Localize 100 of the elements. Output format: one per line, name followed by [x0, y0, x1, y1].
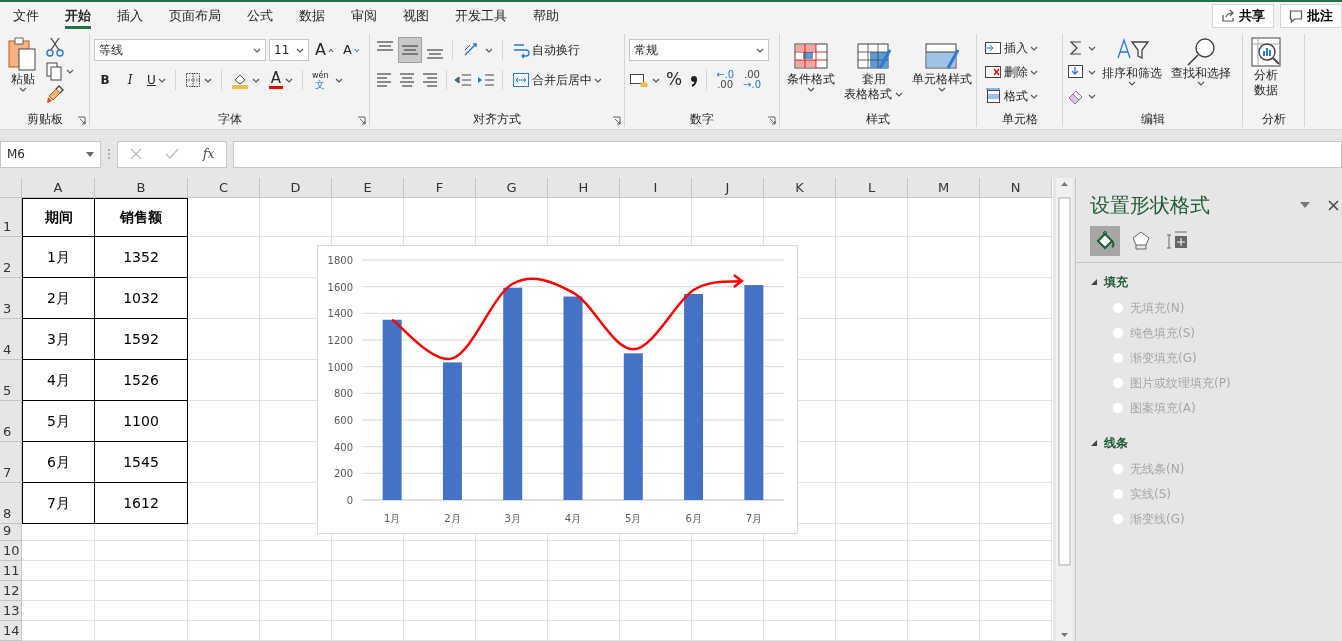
align-right-icon[interactable] — [420, 70, 440, 90]
dialog-launcher-icon[interactable] — [612, 116, 621, 125]
row-header[interactable]: 4 — [0, 319, 22, 360]
caret-icon — [296, 47, 304, 53]
menu-tab[interactable]: 数据 — [286, 2, 338, 30]
table-cell: 1526 — [95, 360, 188, 401]
menu-tab[interactable]: 视图 — [390, 2, 442, 30]
option-label: 纯色填充(S) — [1130, 324, 1195, 342]
row-header[interactable]: 2 — [0, 237, 22, 278]
insert-cells-button[interactable]: 插入 — [981, 36, 1041, 60]
column-header[interactable]: L — [836, 178, 908, 198]
paste-button[interactable]: 粘贴 — [4, 34, 42, 111]
column-header[interactable]: M — [908, 178, 980, 198]
underline-button[interactable]: U — [144, 68, 169, 92]
column-header[interactable]: J — [692, 178, 764, 198]
row-header[interactable]: 10 — [0, 541, 22, 561]
menu-tab[interactable]: 插入 — [104, 2, 156, 30]
dialog-launcher-icon[interactable] — [77, 116, 86, 125]
cancel-icon[interactable] — [129, 148, 142, 160]
column-header[interactable]: A — [22, 178, 95, 198]
row-header[interactable]: 6 — [0, 401, 22, 442]
name-box[interactable]: M6 — [0, 140, 101, 168]
menu-tab[interactable]: 文件 — [0, 2, 52, 30]
row-header[interactable]: 5 — [0, 360, 22, 401]
delete-cells-button[interactable]: 删除 — [981, 60, 1041, 84]
dropdown-arrow-icon[interactable] — [1300, 202, 1310, 208]
column-header[interactable]: G — [476, 178, 548, 198]
accounting-format-icon[interactable] — [629, 71, 649, 89]
column-header[interactable]: D — [260, 178, 332, 198]
wrap-text-icon — [512, 41, 530, 59]
dialog-launcher-icon[interactable] — [357, 116, 366, 125]
menu-tab[interactable]: 审阅 — [338, 2, 390, 30]
bold-button[interactable]: B — [94, 68, 116, 92]
borders-icon[interactable] — [184, 72, 201, 88]
copy-icon[interactable] — [45, 60, 63, 82]
search-button[interactable]: 查找和选择 — [1168, 34, 1234, 111]
menu-tab[interactable]: 页面布局 — [156, 2, 234, 30]
share-button[interactable]: 共享 — [1212, 4, 1274, 28]
merge-center-button[interactable]: 合并后居中 — [509, 68, 605, 92]
middle-align-button[interactable] — [399, 38, 421, 62]
group-label: 样式 — [865, 111, 891, 127]
wrap-text-button[interactable]: 自动换行 — [509, 38, 583, 62]
close-icon[interactable] — [1328, 199, 1339, 211]
row-header[interactable]: 3 — [0, 278, 22, 319]
phonetic-guide-button[interactable]: wén 文 — [309, 68, 332, 92]
row-header[interactable]: 7 — [0, 442, 22, 483]
caret-icon — [251, 77, 260, 83]
row-header[interactable]: 14 — [0, 621, 22, 641]
font-name-dropdown[interactable]: 等线 — [94, 39, 266, 61]
insert-function-button[interactable]: fx — [203, 145, 215, 163]
decrease-font-size-button[interactable]: A — [339, 38, 363, 62]
conditional-formatting-button[interactable]: 条件格式 — [784, 40, 838, 111]
enter-icon[interactable] — [165, 148, 180, 160]
column-header[interactable]: I — [620, 178, 692, 198]
axis-label: 4月 — [564, 513, 582, 524]
comments-button[interactable]: 批注 — [1280, 4, 1342, 28]
column-header[interactable]: E — [332, 178, 404, 198]
font-color-button[interactable]: A — [265, 68, 297, 92]
caret-icon — [756, 47, 764, 53]
format-as-table-button[interactable]: 套用 表格格式 — [841, 40, 906, 111]
collapse-icon[interactable] — [1090, 278, 1098, 286]
column-header[interactable]: B — [95, 178, 188, 198]
decrease-decimal-button[interactable]: .00 →.0 — [740, 68, 764, 92]
menu-tab[interactable]: 开发工具 — [442, 2, 520, 30]
cut-icon[interactable] — [45, 36, 65, 58]
row-header[interactable]: 9 — [0, 524, 22, 541]
menu-tab[interactable]: 开始 — [52, 2, 104, 30]
italic-button[interactable]: I — [119, 68, 141, 92]
align-left-icon[interactable] — [374, 70, 394, 90]
format-painter-icon[interactable] — [45, 84, 65, 106]
increase-font-size-button[interactable]: A — [312, 38, 337, 62]
font-size-dropdown[interactable]: 11 — [269, 39, 309, 61]
column-header[interactable]: F — [404, 178, 476, 198]
analyze-data-button[interactable]: 分析 数据 — [1247, 34, 1285, 111]
column-header[interactable]: C — [188, 178, 260, 198]
sort-filter-button[interactable]: 排序和筛选 — [1099, 34, 1165, 111]
row-header[interactable]: 12 — [0, 581, 22, 601]
fill-down-icon[interactable] — [1067, 63, 1085, 81]
vertical-scrollbar[interactable] — [1055, 178, 1073, 641]
increase-decimal-button[interactable]: ←.0 .00 — [713, 68, 738, 92]
percent-style-button[interactable]: % — [663, 68, 686, 92]
menu-tab[interactable]: 公式 — [234, 2, 286, 30]
row-header[interactable]: 11 — [0, 561, 22, 581]
collapse-icon[interactable] — [1090, 439, 1098, 447]
row-header[interactable]: 1 — [0, 198, 22, 237]
number-format-dropdown[interactable]: 常规 — [629, 39, 769, 61]
align-center-icon[interactable] — [397, 70, 417, 90]
menu-tab[interactable]: 帮助 — [520, 2, 572, 30]
format-cells-button[interactable]: 格式 — [981, 84, 1041, 108]
column-header[interactable]: H — [548, 178, 620, 198]
row-header[interactable]: 13 — [0, 601, 22, 621]
formula-input[interactable] — [233, 140, 1342, 168]
column-header[interactable]: K — [764, 178, 836, 198]
dialog-launcher-icon[interactable] — [767, 116, 776, 125]
more-icon — [107, 148, 111, 160]
cell-styles-button[interactable]: 单元格样式 — [909, 40, 975, 111]
column-header[interactable]: N — [980, 178, 1052, 198]
row-header[interactable]: 8 — [0, 483, 22, 524]
axis-label: 1600 — [327, 281, 353, 293]
fill-line-tab[interactable] — [1090, 226, 1120, 256]
